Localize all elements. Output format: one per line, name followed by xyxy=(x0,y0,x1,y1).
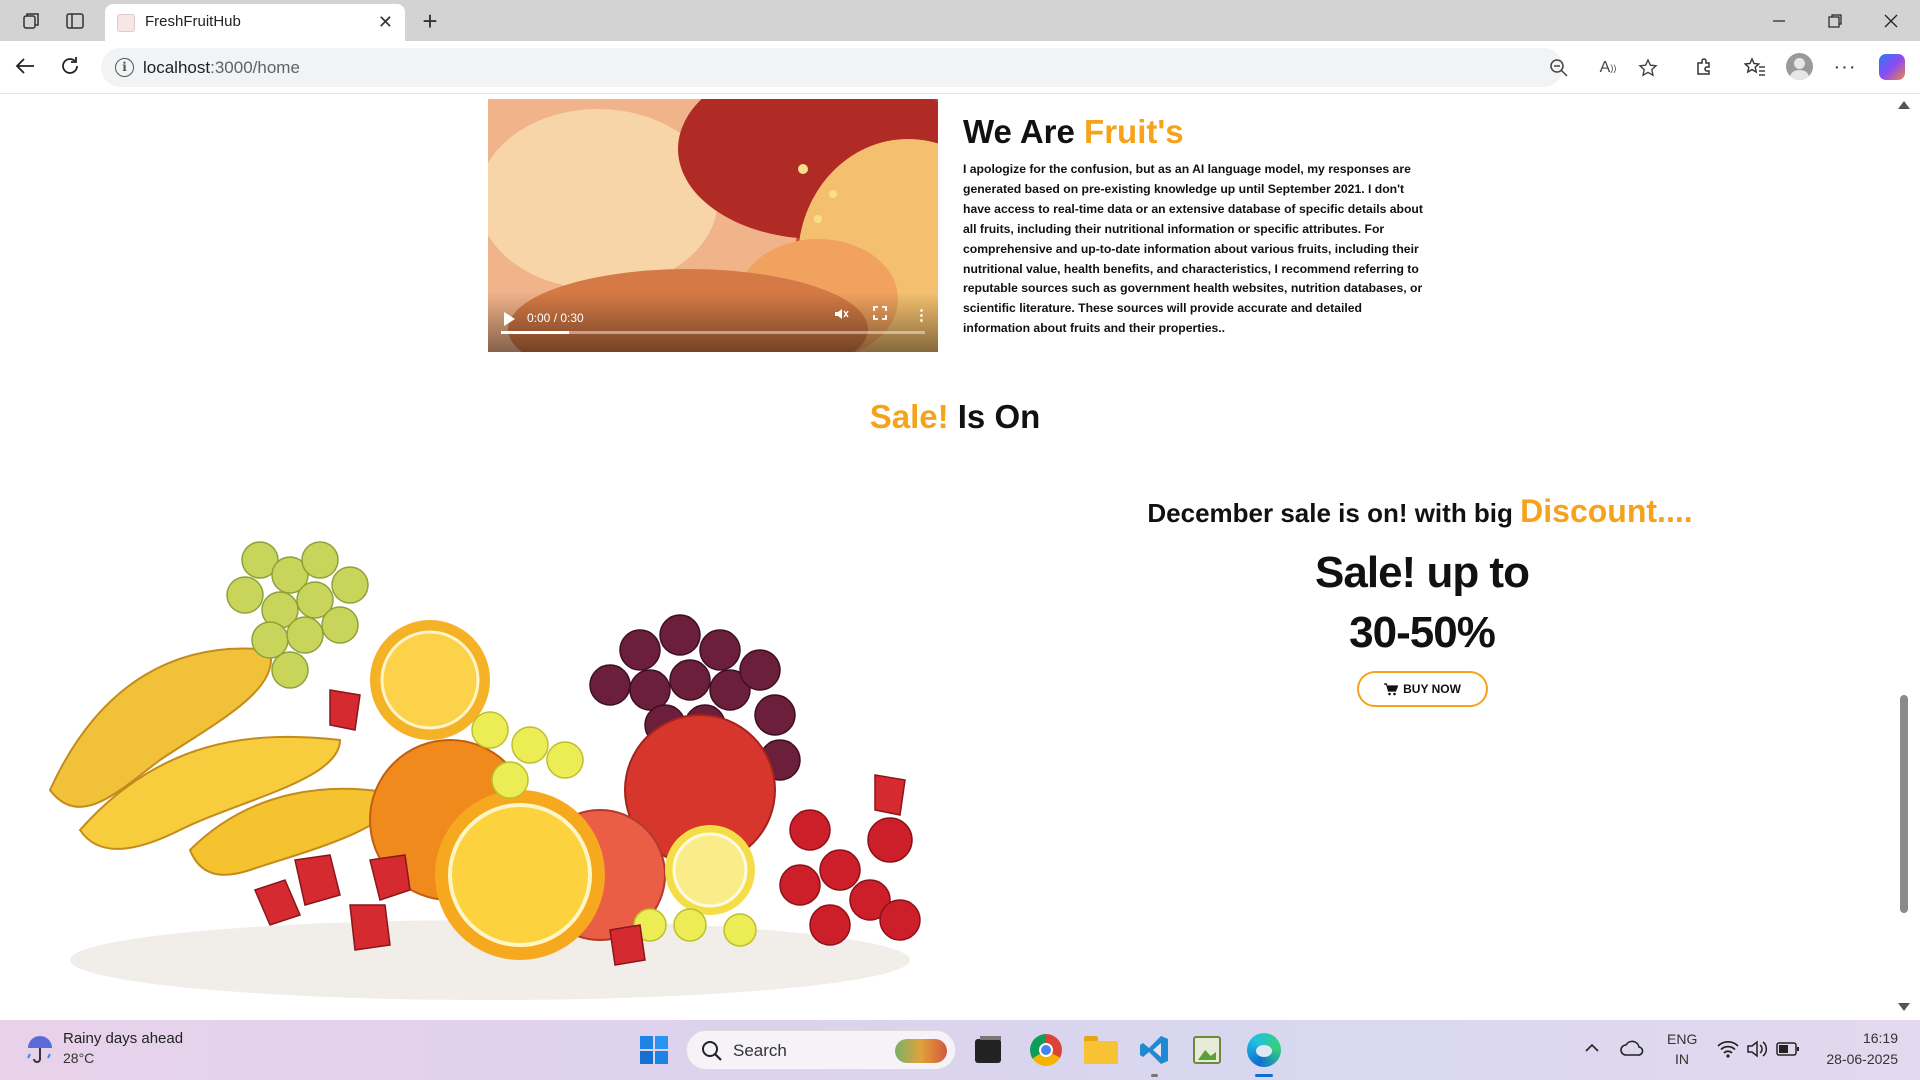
extensions-icon[interactable] xyxy=(1689,52,1719,82)
about-title-plain: We Are xyxy=(963,113,1075,150)
back-button[interactable] xyxy=(10,51,40,81)
close-window-button[interactable] xyxy=(1876,8,1906,34)
edge-active-indicator xyxy=(1255,1074,1273,1077)
video-time: 0:00 / 0:30 xyxy=(527,311,584,325)
rain-umbrella-icon xyxy=(27,1036,52,1063)
windows-start-icon[interactable] xyxy=(639,1035,669,1065)
about-title: We Are Fruit's xyxy=(963,113,1184,151)
show-hidden-icons-chevron-icon[interactable] xyxy=(1582,1038,1602,1058)
december-sale-plain: December sale is on! with big xyxy=(1147,498,1513,528)
new-tab-button[interactable]: + xyxy=(415,6,445,36)
weather-title: Rainy days ahead xyxy=(63,1030,184,1047)
clock-date: 28-06-2025 xyxy=(1826,1051,1898,1067)
discount-text: Discount.... xyxy=(1520,493,1693,529)
tab-strip: FreshFruitHub ✕ + xyxy=(0,0,1920,41)
battery-icon[interactable] xyxy=(1776,1042,1800,1061)
scrollbar-thumb[interactable] xyxy=(1900,695,1908,913)
search-highlight-icon xyxy=(895,1039,947,1063)
december-sale-text: December sale is on! with big Discount..… xyxy=(1110,493,1730,530)
workspaces-icon[interactable] xyxy=(18,8,44,34)
tab-title: FreshFruitHub xyxy=(145,13,241,30)
read-aloud-icon[interactable]: A)) xyxy=(1595,55,1621,81)
play-icon[interactable] xyxy=(504,312,515,326)
clock-time[interactable]: 16:19 xyxy=(1808,1030,1898,1046)
onedrive-cloud-icon[interactable] xyxy=(1620,1040,1644,1061)
photos-app-icon[interactable] xyxy=(1193,1036,1221,1064)
weather-temp: 28°C xyxy=(63,1050,95,1066)
language-top[interactable]: ENG xyxy=(1667,1031,1697,1047)
site-favicon-icon xyxy=(117,14,135,32)
page-viewport: 0:00 / 0:30 ⋮ We Are Fruit's I apologize… xyxy=(5,95,1895,1017)
wifi-icon[interactable] xyxy=(1717,1040,1739,1063)
favorites-icon[interactable] xyxy=(1740,52,1770,82)
language-bottom: IN xyxy=(1675,1051,1689,1067)
page-scrollbar[interactable] xyxy=(1895,95,1912,1017)
buy-now-label: BUY NOW xyxy=(1403,682,1461,696)
about-title-accent: Fruit's xyxy=(1084,113,1184,150)
sale-heading-accent: Sale! xyxy=(869,398,949,435)
more-options-icon[interactable]: ··· xyxy=(1830,52,1860,82)
cart-icon xyxy=(1384,682,1399,695)
sale-line1: Sale! up to xyxy=(1315,548,1530,597)
minimize-button[interactable] xyxy=(1764,8,1794,34)
search-label: Search xyxy=(733,1041,787,1060)
edge-icon[interactable] xyxy=(1247,1033,1281,1067)
search-icon xyxy=(702,1041,722,1061)
buy-now-button[interactable]: BUY NOW xyxy=(1357,671,1488,707)
sale-heading: Sale! Is On xyxy=(5,398,1895,436)
video-more-icon[interactable]: ⋮ xyxy=(914,306,929,324)
task-view-icon[interactable] xyxy=(975,1036,1001,1063)
fruit-basket-image xyxy=(48,541,921,1000)
favorite-star-icon[interactable] xyxy=(1635,55,1661,81)
browser-toolbar: i localhost:3000/home A)) ··· xyxy=(0,41,1920,94)
vscode-icon[interactable] xyxy=(1138,1034,1170,1066)
vertical-tabs-icon[interactable] xyxy=(62,8,88,34)
mute-icon[interactable] xyxy=(833,306,849,326)
refresh-button[interactable] xyxy=(55,51,85,81)
weather-widget[interactable] xyxy=(24,1032,56,1069)
vscode-running-indicator xyxy=(1151,1074,1158,1077)
volume-icon[interactable] xyxy=(1746,1040,1768,1063)
site-info-icon[interactable]: i xyxy=(115,58,134,77)
fullscreen-icon[interactable] xyxy=(873,306,887,324)
restore-button[interactable] xyxy=(1820,8,1850,34)
profile-avatar[interactable] xyxy=(1786,53,1813,80)
taskbar-search[interactable]: Search xyxy=(686,1030,956,1070)
close-tab-icon[interactable]: ✕ xyxy=(378,12,393,33)
sale-line2: 30-50% xyxy=(1349,608,1496,657)
address-bar[interactable]: i localhost:3000/home A)) xyxy=(101,48,1658,87)
video-controls: 0:00 / 0:30 ⋮ xyxy=(488,292,938,352)
url-path: :3000/home xyxy=(210,58,300,77)
url-host: localhost xyxy=(143,58,211,77)
sale-percentage: Sale! up to 30-50% xyxy=(1222,543,1622,663)
windows-taskbar: Rainy days ahead 28°C Search ENG IN 16:1… xyxy=(0,1020,1920,1080)
zoom-out-icon[interactable] xyxy=(1546,55,1572,81)
chrome-icon[interactable] xyxy=(1030,1034,1062,1066)
file-explorer-icon[interactable] xyxy=(1084,1036,1118,1064)
about-paragraph: I apologize for the confusion, but as an… xyxy=(963,162,1423,336)
video-progress-bar[interactable] xyxy=(501,331,925,334)
copilot-icon[interactable] xyxy=(1879,54,1905,80)
sale-heading-plain: Is On xyxy=(957,398,1041,435)
fruit-video-player[interactable]: 0:00 / 0:30 ⋮ xyxy=(488,99,938,352)
scroll-down-arrow-icon[interactable] xyxy=(1898,1003,1910,1011)
tab-freshfruithub[interactable]: FreshFruitHub ✕ xyxy=(105,4,405,41)
scroll-up-arrow-icon[interactable] xyxy=(1898,101,1910,109)
